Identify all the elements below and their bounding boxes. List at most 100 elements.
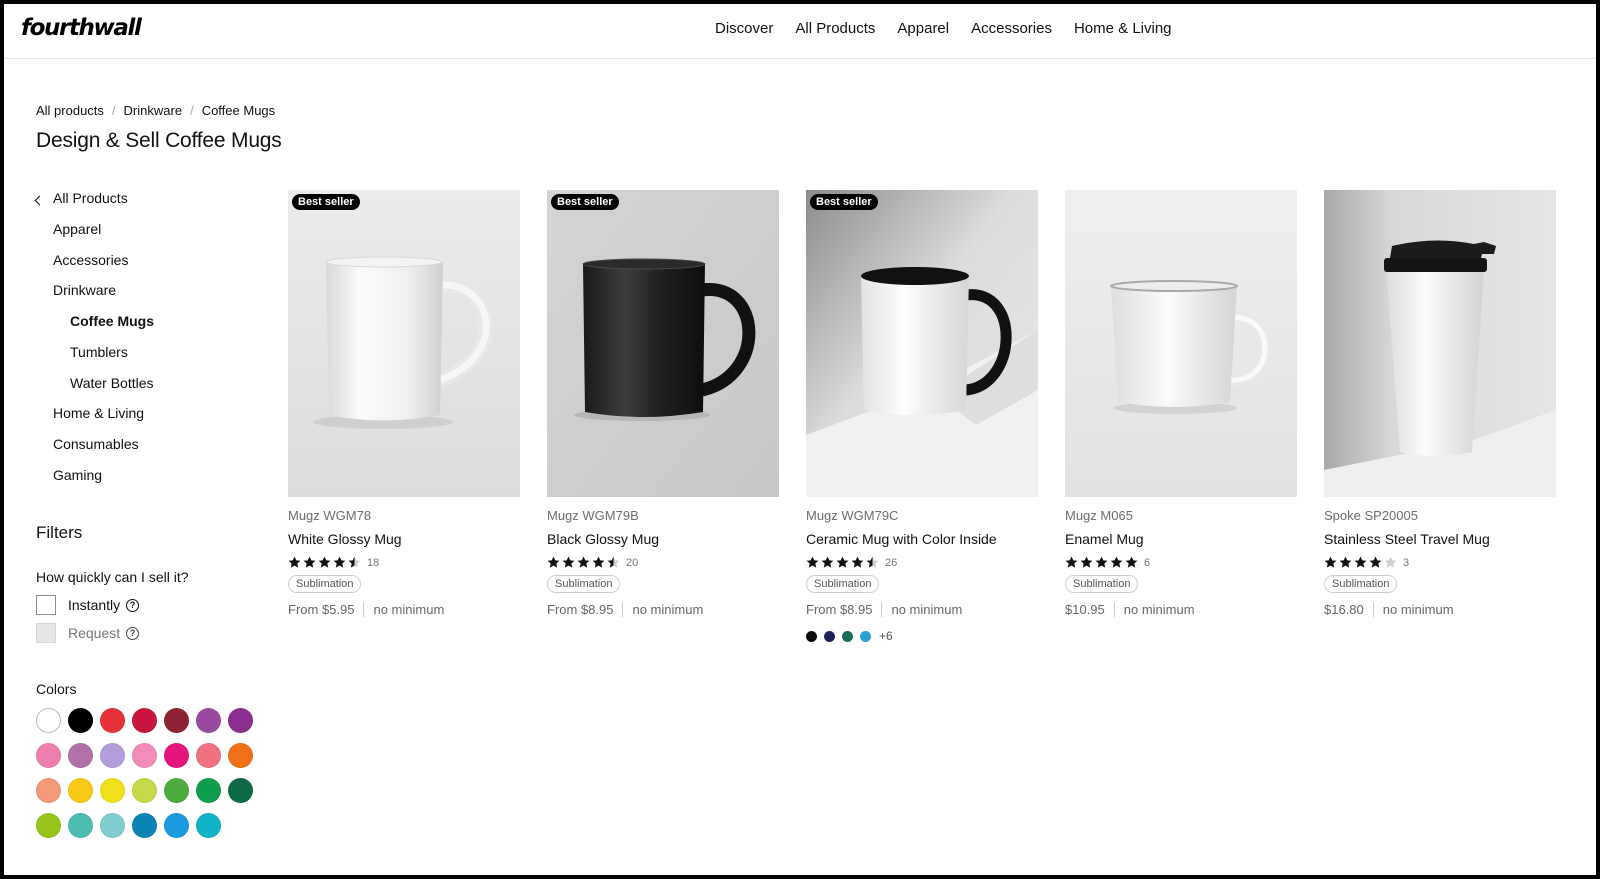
color-swatch[interactable] <box>100 778 125 803</box>
nav-all-products[interactable]: All Products <box>795 20 875 37</box>
product-name[interactable]: Ceramic Mug with Color Inside <box>806 531 1038 547</box>
color-swatch[interactable] <box>196 813 221 838</box>
instantly-checkbox[interactable] <box>36 595 56 615</box>
logo[interactable]: fourthwall <box>21 15 142 41</box>
product-price: From $8.95 <box>806 602 873 617</box>
product-image[interactable]: Best seller <box>547 190 779 497</box>
sidebar-item-gaming[interactable]: Gaming <box>53 467 102 483</box>
color-dot[interactable] <box>842 630 853 642</box>
filter-option-request[interactable]: Request ? <box>36 623 140 643</box>
color-swatch[interactable] <box>36 813 61 838</box>
product-image[interactable] <box>1065 190 1297 497</box>
product-image[interactable]: Best seller <box>806 190 1038 497</box>
color-swatch[interactable] <box>228 778 253 803</box>
color-swatch[interactable] <box>132 708 157 733</box>
star-icon <box>318 556 331 568</box>
color-swatch[interactable] <box>68 813 93 838</box>
review-count: 26 <box>885 556 898 569</box>
star-icon <box>806 556 819 568</box>
product-image[interactable] <box>1324 190 1556 497</box>
product-card-enamel-mug[interactable]: Mugz M065 Enamel Mug 6 Sublimation $10.9… <box>1065 190 1297 617</box>
color-swatch[interactable] <box>164 743 189 768</box>
color-dot[interactable] <box>824 630 835 642</box>
color-swatch[interactable] <box>68 708 93 733</box>
nav-home-living[interactable]: Home & Living <box>1074 20 1172 37</box>
rating-stars <box>1065 556 1138 569</box>
review-count: 18 <box>367 556 380 569</box>
nav-discover[interactable]: Discover <box>715 20 773 37</box>
color-swatch[interactable] <box>36 708 61 733</box>
color-swatch[interactable] <box>132 813 157 838</box>
color-swatch-grid <box>36 708 266 838</box>
star-icon <box>547 556 560 568</box>
color-swatch[interactable] <box>164 813 189 838</box>
product-card-black-glossy-mug[interactable]: Best seller Mugz WGM79B Black Glossy Mug… <box>547 190 779 617</box>
breadcrumb-all-products[interactable]: All products <box>36 103 104 118</box>
sidebar-item-tumblers[interactable]: Tumblers <box>70 344 128 360</box>
best-seller-badge: Best seller <box>810 194 878 210</box>
help-icon[interactable]: ? <box>126 598 140 612</box>
filter-option-instantly[interactable]: Instantly ? <box>36 595 140 615</box>
color-swatch[interactable] <box>100 708 125 733</box>
product-rating: 6 <box>1065 556 1297 569</box>
color-swatch[interactable] <box>132 778 157 803</box>
more-colors-count[interactable]: +6 <box>879 629 893 643</box>
color-swatch[interactable] <box>164 778 189 803</box>
sidebar-item-apparel[interactable]: Apparel <box>53 221 101 237</box>
product-rating: 18 <box>288 556 520 569</box>
black-mug-illustration <box>547 190 779 497</box>
sidebar-item-accessories[interactable]: Accessories <box>53 252 128 268</box>
product-name[interactable]: White Glossy Mug <box>288 531 520 547</box>
sidebar-item-drinkware[interactable]: Drinkware <box>53 282 116 298</box>
minimum-order: no minimum <box>891 602 963 617</box>
print-method-tag: Sublimation <box>1324 575 1398 593</box>
color-swatch[interactable] <box>228 743 253 768</box>
request-label: Request <box>68 625 121 641</box>
sidebar-item-consumables[interactable]: Consumables <box>53 436 139 452</box>
product-image[interactable]: Best seller <box>288 190 520 497</box>
star-icon <box>592 556 605 568</box>
sidebar-back-all-products[interactable]: All Products <box>34 190 156 210</box>
color-swatch[interactable] <box>196 708 221 733</box>
price-row: From $8.95 no minimum <box>547 602 779 617</box>
star-icon <box>288 556 301 568</box>
sidebar-item-coffee-mugs[interactable]: Coffee Mugs <box>70 313 154 329</box>
request-checkbox[interactable] <box>36 623 56 643</box>
sidebar-item-water-bottles[interactable]: Water Bottles <box>70 375 154 391</box>
color-swatch[interactable] <box>36 743 61 768</box>
color-dot[interactable] <box>806 630 817 642</box>
product-rating: 26 <box>806 556 1038 569</box>
star-icon <box>1354 556 1367 568</box>
color-swatch[interactable] <box>68 743 93 768</box>
product-name[interactable]: Enamel Mug <box>1065 531 1297 547</box>
product-brand: Mugz WGM78 <box>288 508 372 523</box>
print-method-tag: Sublimation <box>1065 575 1139 593</box>
color-swatch[interactable] <box>196 743 221 768</box>
color-swatch[interactable] <box>68 778 93 803</box>
product-name[interactable]: Black Glossy Mug <box>547 531 779 547</box>
product-name[interactable]: Stainless Steel Travel Mug <box>1324 531 1556 547</box>
sidebar-item-home-living[interactable]: Home & Living <box>53 405 144 421</box>
nav-accessories[interactable]: Accessories <box>971 20 1052 37</box>
color-swatch[interactable] <box>228 708 253 733</box>
star-icon <box>851 556 864 568</box>
enamel-mug-illustration <box>1065 190 1297 497</box>
breadcrumb-drinkware[interactable]: Drinkware <box>124 103 183 118</box>
color-swatch[interactable] <box>164 708 189 733</box>
color-swatch[interactable] <box>100 743 125 768</box>
color-swatch[interactable] <box>196 778 221 803</box>
filters-heading: Filters <box>36 523 83 542</box>
color-swatch[interactable] <box>36 778 61 803</box>
product-card-white-glossy-mug[interactable]: Best seller Mugz WGM78 White Glossy Mug … <box>288 190 520 617</box>
price-row: $10.95 no minimum <box>1065 602 1297 617</box>
color-dot[interactable] <box>860 630 871 642</box>
color-swatch[interactable] <box>100 813 125 838</box>
color-swatch[interactable] <box>132 743 157 768</box>
breadcrumb-coffee-mugs[interactable]: Coffee Mugs <box>202 103 275 118</box>
best-seller-badge: Best seller <box>292 194 360 210</box>
nav-apparel[interactable]: Apparel <box>897 20 949 37</box>
product-card-travel-mug[interactable]: Spoke SP20005 Stainless Steel Travel Mug… <box>1324 190 1556 617</box>
price-divider <box>881 602 883 617</box>
product-card-ceramic-color-inside-mug[interactable]: Best seller Mugz WGM79C Ceramic Mug with… <box>806 190 1038 643</box>
help-icon[interactable]: ? <box>126 626 140 640</box>
